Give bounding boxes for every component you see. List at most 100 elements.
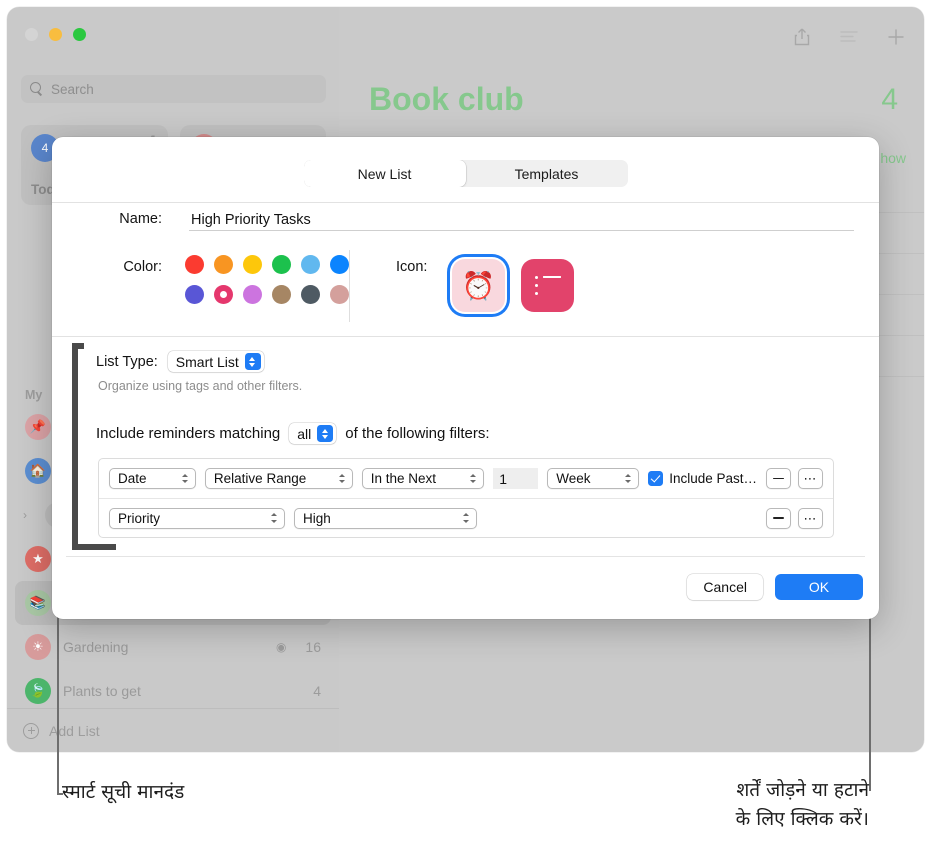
color-swatch-blue[interactable]	[330, 255, 349, 274]
close-button[interactable]	[25, 28, 38, 41]
house-icon: 🏠	[25, 458, 51, 484]
list-item-plants[interactable]: 🍃 Plants to get 4	[15, 669, 331, 713]
books-icon: 📚	[25, 590, 51, 616]
bracket-bottom-arm	[72, 544, 116, 550]
filter-row-actions: ⋯	[766, 468, 824, 489]
color-swatch-yellow[interactable]	[243, 255, 262, 274]
cancel-button[interactable]: Cancel	[687, 574, 763, 600]
page-title: Book club	[369, 81, 524, 117]
share-icon[interactable]	[792, 27, 812, 47]
pin-icon: 📌	[25, 414, 51, 440]
chevron-updown-icon	[469, 471, 478, 486]
ok-button[interactable]: OK	[775, 574, 863, 600]
sun-icon: ☀	[25, 634, 51, 660]
matching-suffix: of the following filters:	[345, 425, 490, 442]
shared-icon: ◉	[275, 640, 287, 654]
include-past-label: Include Past…	[669, 471, 758, 486]
list-view-icon[interactable]	[839, 27, 859, 47]
my-lists-header: My	[25, 388, 43, 402]
remove-filter-button[interactable]	[766, 468, 792, 489]
chevron-right-icon[interactable]: ›	[23, 508, 33, 522]
filter-value-select[interactable]: High	[294, 507, 477, 529]
name-input[interactable]	[189, 209, 854, 231]
filter-field-value: Date	[118, 471, 147, 486]
filter-field-select[interactable]: Date	[109, 468, 196, 489]
matching-popup-button[interactable]: all	[289, 423, 337, 444]
filter-operator-select[interactable]: Relative Range	[204, 468, 353, 489]
zoom-button[interactable]	[73, 28, 86, 41]
chevron-updown-icon	[462, 511, 471, 526]
filter-row-1: Date Relative Range In the Next Week	[99, 459, 833, 498]
list-item-count: 4	[313, 683, 321, 699]
annotation-right-line2: के लिए क्लिक करें।	[735, 807, 869, 830]
color-swatch-row-1	[185, 255, 365, 274]
filters-table: Date Relative Range In the Next Week	[98, 458, 834, 538]
sheet-divider-middle	[52, 336, 879, 337]
bracket-vertical	[72, 343, 78, 546]
new-list-sheet: New List Templates Name: Color:	[52, 137, 879, 619]
bulleted-list-icon[interactable]	[521, 259, 574, 312]
color-swatch-red[interactable]	[185, 255, 204, 274]
filter-field-value: Priority	[118, 510, 161, 526]
include-past-checkbox[interactable]	[648, 471, 664, 486]
list-type-value: Smart List	[175, 353, 239, 370]
chevron-updown-icon	[244, 353, 261, 370]
alarm-clock-icon[interactable]: ⏰	[452, 259, 505, 312]
show-completed-link[interactable]: how	[880, 150, 906, 166]
color-swatch-brown[interactable]	[272, 285, 291, 304]
minimize-button[interactable]	[49, 28, 62, 41]
annotation-right-line1: शर्तें जोड़ने या हटाने	[736, 779, 869, 801]
filter-qualifier-select[interactable]: In the Next	[361, 468, 485, 489]
tab-templates[interactable]: Templates	[466, 160, 628, 187]
list-type-row: List Type: Smart List	[96, 351, 264, 372]
add-icon[interactable]	[886, 27, 906, 47]
window-controls[interactable]	[25, 28, 86, 41]
search-icon	[30, 82, 44, 96]
list-item-label: Gardening	[63, 639, 129, 655]
name-label: Name:	[119, 211, 162, 227]
color-swatch-pink-selected[interactable]	[214, 285, 233, 304]
plus-circle-icon	[23, 722, 39, 739]
icon-label: Icon:	[396, 259, 428, 275]
chevron-updown-icon	[624, 471, 633, 486]
filter-amount-input[interactable]	[493, 468, 539, 489]
filter-value: High	[303, 510, 331, 526]
segmented-control[interactable]: New List Templates	[303, 160, 628, 187]
filter-field-select[interactable]: Priority	[109, 507, 285, 529]
chevron-updown-icon	[338, 471, 347, 486]
sheet-tabs: New List Templates	[52, 160, 879, 187]
color-swatch-lightblue[interactable]	[301, 255, 320, 274]
color-swatch-indigo[interactable]	[185, 285, 204, 304]
more-options-button[interactable]: ⋯	[798, 468, 824, 489]
icon-choices: ⏰	[452, 259, 574, 312]
matching-value: all	[297, 425, 312, 442]
color-swatch-row-2	[185, 285, 365, 304]
color-swatch-green[interactable]	[272, 255, 291, 274]
filter-unit-select[interactable]: Week	[547, 468, 640, 489]
list-item-gardening[interactable]: ☀ Gardening ◉ 16	[15, 625, 331, 669]
more-options-button[interactable]: ⋯	[798, 507, 823, 529]
filter-operator-value: Relative Range	[213, 471, 307, 486]
color-swatch-dustyrose[interactable]	[330, 285, 349, 304]
color-swatches	[185, 255, 365, 315]
search-placeholder: Search	[51, 81, 94, 97]
screenshot-root: Search 4 4 Tod My 📌 🏠	[0, 0, 931, 851]
remove-filter-button[interactable]	[766, 507, 791, 529]
include-past-checkbox-wrap[interactable]: Include Past…	[648, 471, 757, 486]
star-icon: ★	[25, 546, 51, 572]
chevron-updown-icon	[317, 425, 334, 442]
search-field[interactable]: Search	[21, 75, 326, 103]
color-label: Color:	[123, 259, 162, 275]
list-item-label: Plants to get	[63, 683, 141, 699]
color-swatch-graphite[interactable]	[301, 285, 320, 304]
list-type-hint: Organize using tags and other filters.	[98, 379, 303, 393]
tab-new-list[interactable]: New List	[303, 160, 466, 187]
annotation-left: स्मार्ट सूची मानदंड	[62, 781, 185, 803]
filter-qualifier-value: In the Next	[370, 471, 437, 486]
color-swatch-orange[interactable]	[214, 255, 233, 274]
color-swatch-purple[interactable]	[243, 285, 262, 304]
filter-row-actions: ⋯	[766, 507, 823, 529]
list-type-label: List Type:	[96, 353, 158, 370]
section-divider-vertical	[349, 250, 350, 322]
list-type-popup-button[interactable]: Smart List	[167, 351, 264, 372]
